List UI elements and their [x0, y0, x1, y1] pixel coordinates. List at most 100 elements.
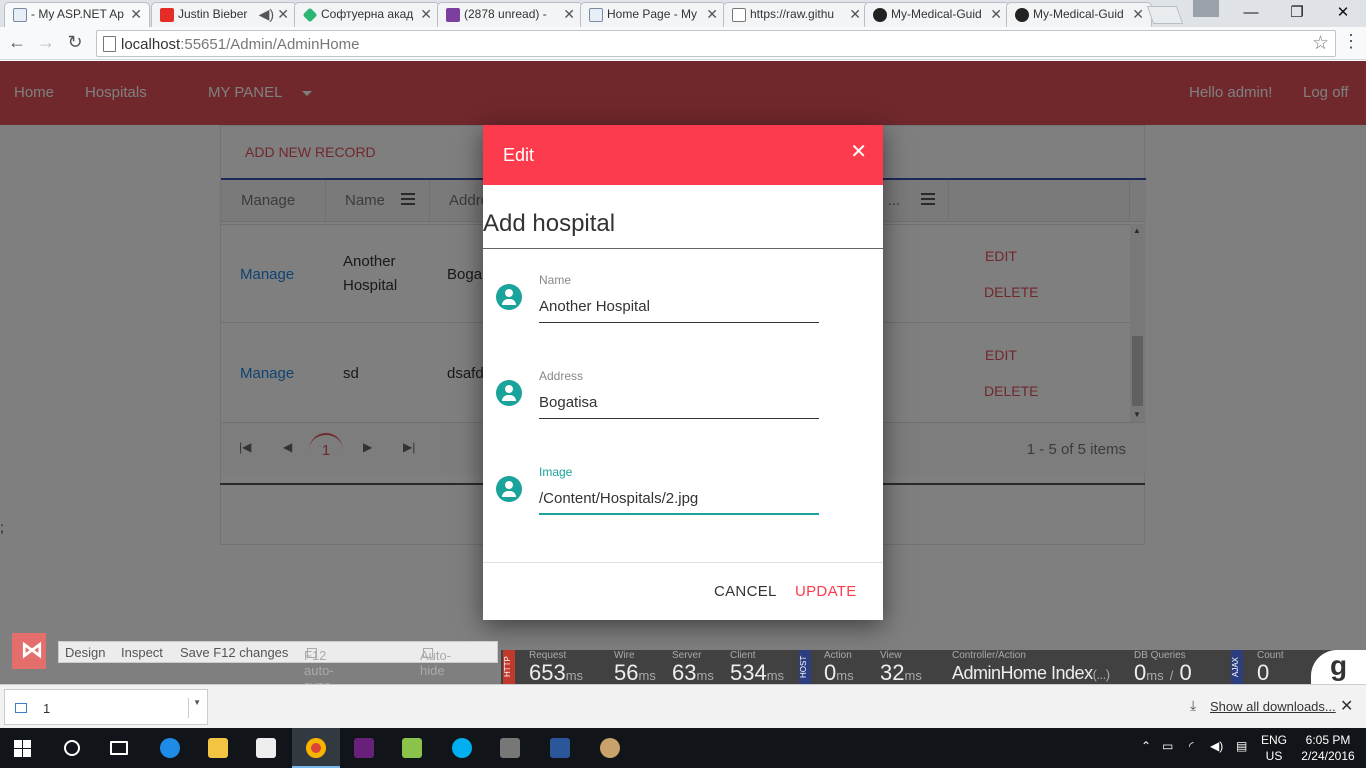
tab-raw-github[interactable]: https://raw.githu ✕ — [723, 2, 869, 27]
tab-title: My-Medical-Guid — [1033, 7, 1124, 21]
tab-title: My-Medical-Guid — [891, 7, 982, 21]
task-view-button[interactable] — [96, 728, 144, 768]
search-button[interactable] — [48, 728, 96, 768]
clock-date: 2/24/2016 — [1301, 749, 1355, 763]
close-icon[interactable]: ✕ — [706, 6, 718, 23]
download-shelf: 1 ▼ ⤓ Show all downloads... ✕ — [0, 684, 1366, 728]
skype-button[interactable] — [438, 728, 486, 768]
name-input[interactable] — [539, 291, 819, 323]
tab-justin-bieber[interactable]: Justin Bieber ◀) ✕ — [151, 2, 297, 27]
metric-unit: (...) — [1092, 667, 1111, 682]
lang-code: ENG — [1261, 733, 1288, 747]
tab-my-aspnet[interactable]: - My ASP.NET Ap ✕ — [4, 2, 150, 27]
tab-mail[interactable]: (2878 unread) - ✕ — [437, 2, 583, 27]
person-icon — [496, 476, 522, 502]
start-button[interactable] — [0, 728, 48, 768]
speaker-icon: ◀) — [258, 6, 274, 22]
tab-github-1[interactable]: My-Medical-Guid ✕ — [864, 2, 1010, 27]
back-icon[interactable]: ← — [4, 30, 30, 56]
windows-taskbar: ⌃ ▭ ◜ ◀) ▤ ENG US 6:05 PM 2/24/2016 — [0, 728, 1366, 768]
clock[interactable]: 6:05 PM 2/24/2016 — [1300, 732, 1356, 764]
address-label: Address — [539, 369, 584, 383]
metric-unit: ms — [565, 668, 584, 683]
new-tab-button[interactable] — [1146, 6, 1184, 24]
browser-link-toolbar: Design Inspect Save F12 changes F12 auto… — [58, 641, 498, 693]
page-icon — [13, 8, 27, 22]
close-icon[interactable]: ✕ — [1132, 6, 1144, 23]
chrome-menu-icon[interactable]: ⋮ — [1342, 31, 1360, 52]
folder-icon — [208, 738, 228, 758]
image-input[interactable] — [539, 483, 819, 515]
cancel-button[interactable]: CANCEL — [714, 583, 777, 600]
word-icon — [550, 738, 570, 758]
lang-region: US — [1265, 749, 1283, 763]
address-input[interactable] — [539, 387, 819, 419]
glimpse-logo-icon[interactable]: g — [1311, 650, 1366, 684]
download-item[interactable]: 1 ▼ — [4, 689, 208, 725]
word-button[interactable] — [536, 728, 584, 768]
explorer-button[interactable] — [194, 728, 242, 768]
close-icon[interactable]: ✕ — [277, 6, 289, 23]
network-adapter-icon[interactable]: ▭ — [1162, 739, 1173, 753]
wifi-icon[interactable]: ◜ — [1189, 739, 1194, 753]
metric-value: 0 — [1257, 660, 1270, 685]
checkbox-icon — [307, 648, 317, 658]
window-close-button[interactable]: ✕ — [1320, 0, 1366, 27]
close-icon[interactable]: ✕ — [130, 6, 142, 23]
metric-separator: / — [1169, 668, 1174, 683]
download-menu-icon[interactable]: ▼ — [188, 698, 201, 718]
metric-unit: ms — [696, 668, 714, 683]
edge-button[interactable] — [146, 728, 194, 768]
person-icon — [496, 284, 522, 310]
chrome-button[interactable] — [292, 728, 340, 768]
tab-github-2[interactable]: My-Medical-Guid ✕ — [1006, 2, 1152, 27]
restore-button[interactable]: ❐ — [1274, 0, 1320, 27]
save-f12-button[interactable]: Save F12 changes — [180, 645, 288, 660]
edge-icon — [160, 738, 180, 758]
tab-title: https://raw.githu — [750, 7, 835, 21]
close-icon[interactable]: ✕ — [990, 6, 1002, 23]
profile-icon[interactable] — [1193, 0, 1219, 17]
design-button[interactable]: Design — [65, 645, 105, 660]
browser-toolbar: ← → ↻ localhost:55651/Admin/AdminHome ☆ … — [0, 27, 1366, 60]
show-all-downloads-link[interactable]: Show all downloads... — [1210, 699, 1336, 714]
ajax-tag: AJAX — [1231, 650, 1243, 684]
notepadpp-button[interactable] — [388, 728, 436, 768]
update-button[interactable]: UPDATE — [795, 583, 857, 600]
tab-title: (2878 unread) - — [464, 7, 547, 21]
address-bar[interactable]: localhost:55651/Admin/AdminHome ☆ — [96, 30, 1336, 57]
tab-home-page[interactable]: Home Page - My ✕ — [580, 2, 726, 27]
tab-softuni[interactable]: Софтуерна акад ✕ — [294, 2, 440, 27]
paint-button[interactable] — [586, 728, 634, 768]
tools-button[interactable] — [486, 728, 534, 768]
volume-icon[interactable]: ◀) — [1210, 739, 1223, 753]
visual-studio-icon[interactable]: ⋈ — [12, 633, 46, 669]
minimize-button[interactable]: — — [1228, 0, 1274, 27]
store-button[interactable] — [242, 728, 290, 768]
close-icon[interactable]: ✕ — [563, 6, 575, 23]
github-icon — [873, 8, 887, 22]
forward-icon[interactable]: → — [33, 30, 59, 56]
close-icon[interactable]: ✕ — [1340, 696, 1353, 716]
url-text[interactable]: localhost:55651/Admin/AdminHome — [121, 36, 359, 53]
close-icon[interactable]: ✕ — [850, 139, 867, 164]
metric-value: 32 — [880, 660, 905, 685]
glimpse-bar[interactable]: HTTP Request 653ms Wire 56ms Server 63ms… — [501, 650, 1366, 685]
notifications-icon[interactable]: ▤ — [1236, 739, 1247, 753]
metric-value: 63 — [672, 660, 697, 685]
close-icon[interactable]: ✕ — [420, 6, 432, 23]
visual-studio-button[interactable] — [340, 728, 388, 768]
task-view-icon — [110, 741, 128, 755]
language-indicator[interactable]: ENG US — [1261, 732, 1287, 764]
github-icon — [1015, 8, 1029, 22]
close-icon[interactable]: ✕ — [849, 6, 861, 23]
bookmark-star-icon[interactable]: ☆ — [1312, 32, 1329, 55]
url-host: localhost — [121, 36, 181, 53]
reload-icon[interactable]: ↻ — [62, 30, 88, 56]
notepad-icon — [402, 738, 422, 758]
tray-chevron-icon[interactable]: ⌃ — [1141, 739, 1151, 753]
address-field: Address — [483, 353, 883, 433]
visual-studio-icon — [354, 738, 374, 758]
inspect-button[interactable]: Inspect — [121, 645, 163, 660]
store-icon — [256, 738, 276, 758]
